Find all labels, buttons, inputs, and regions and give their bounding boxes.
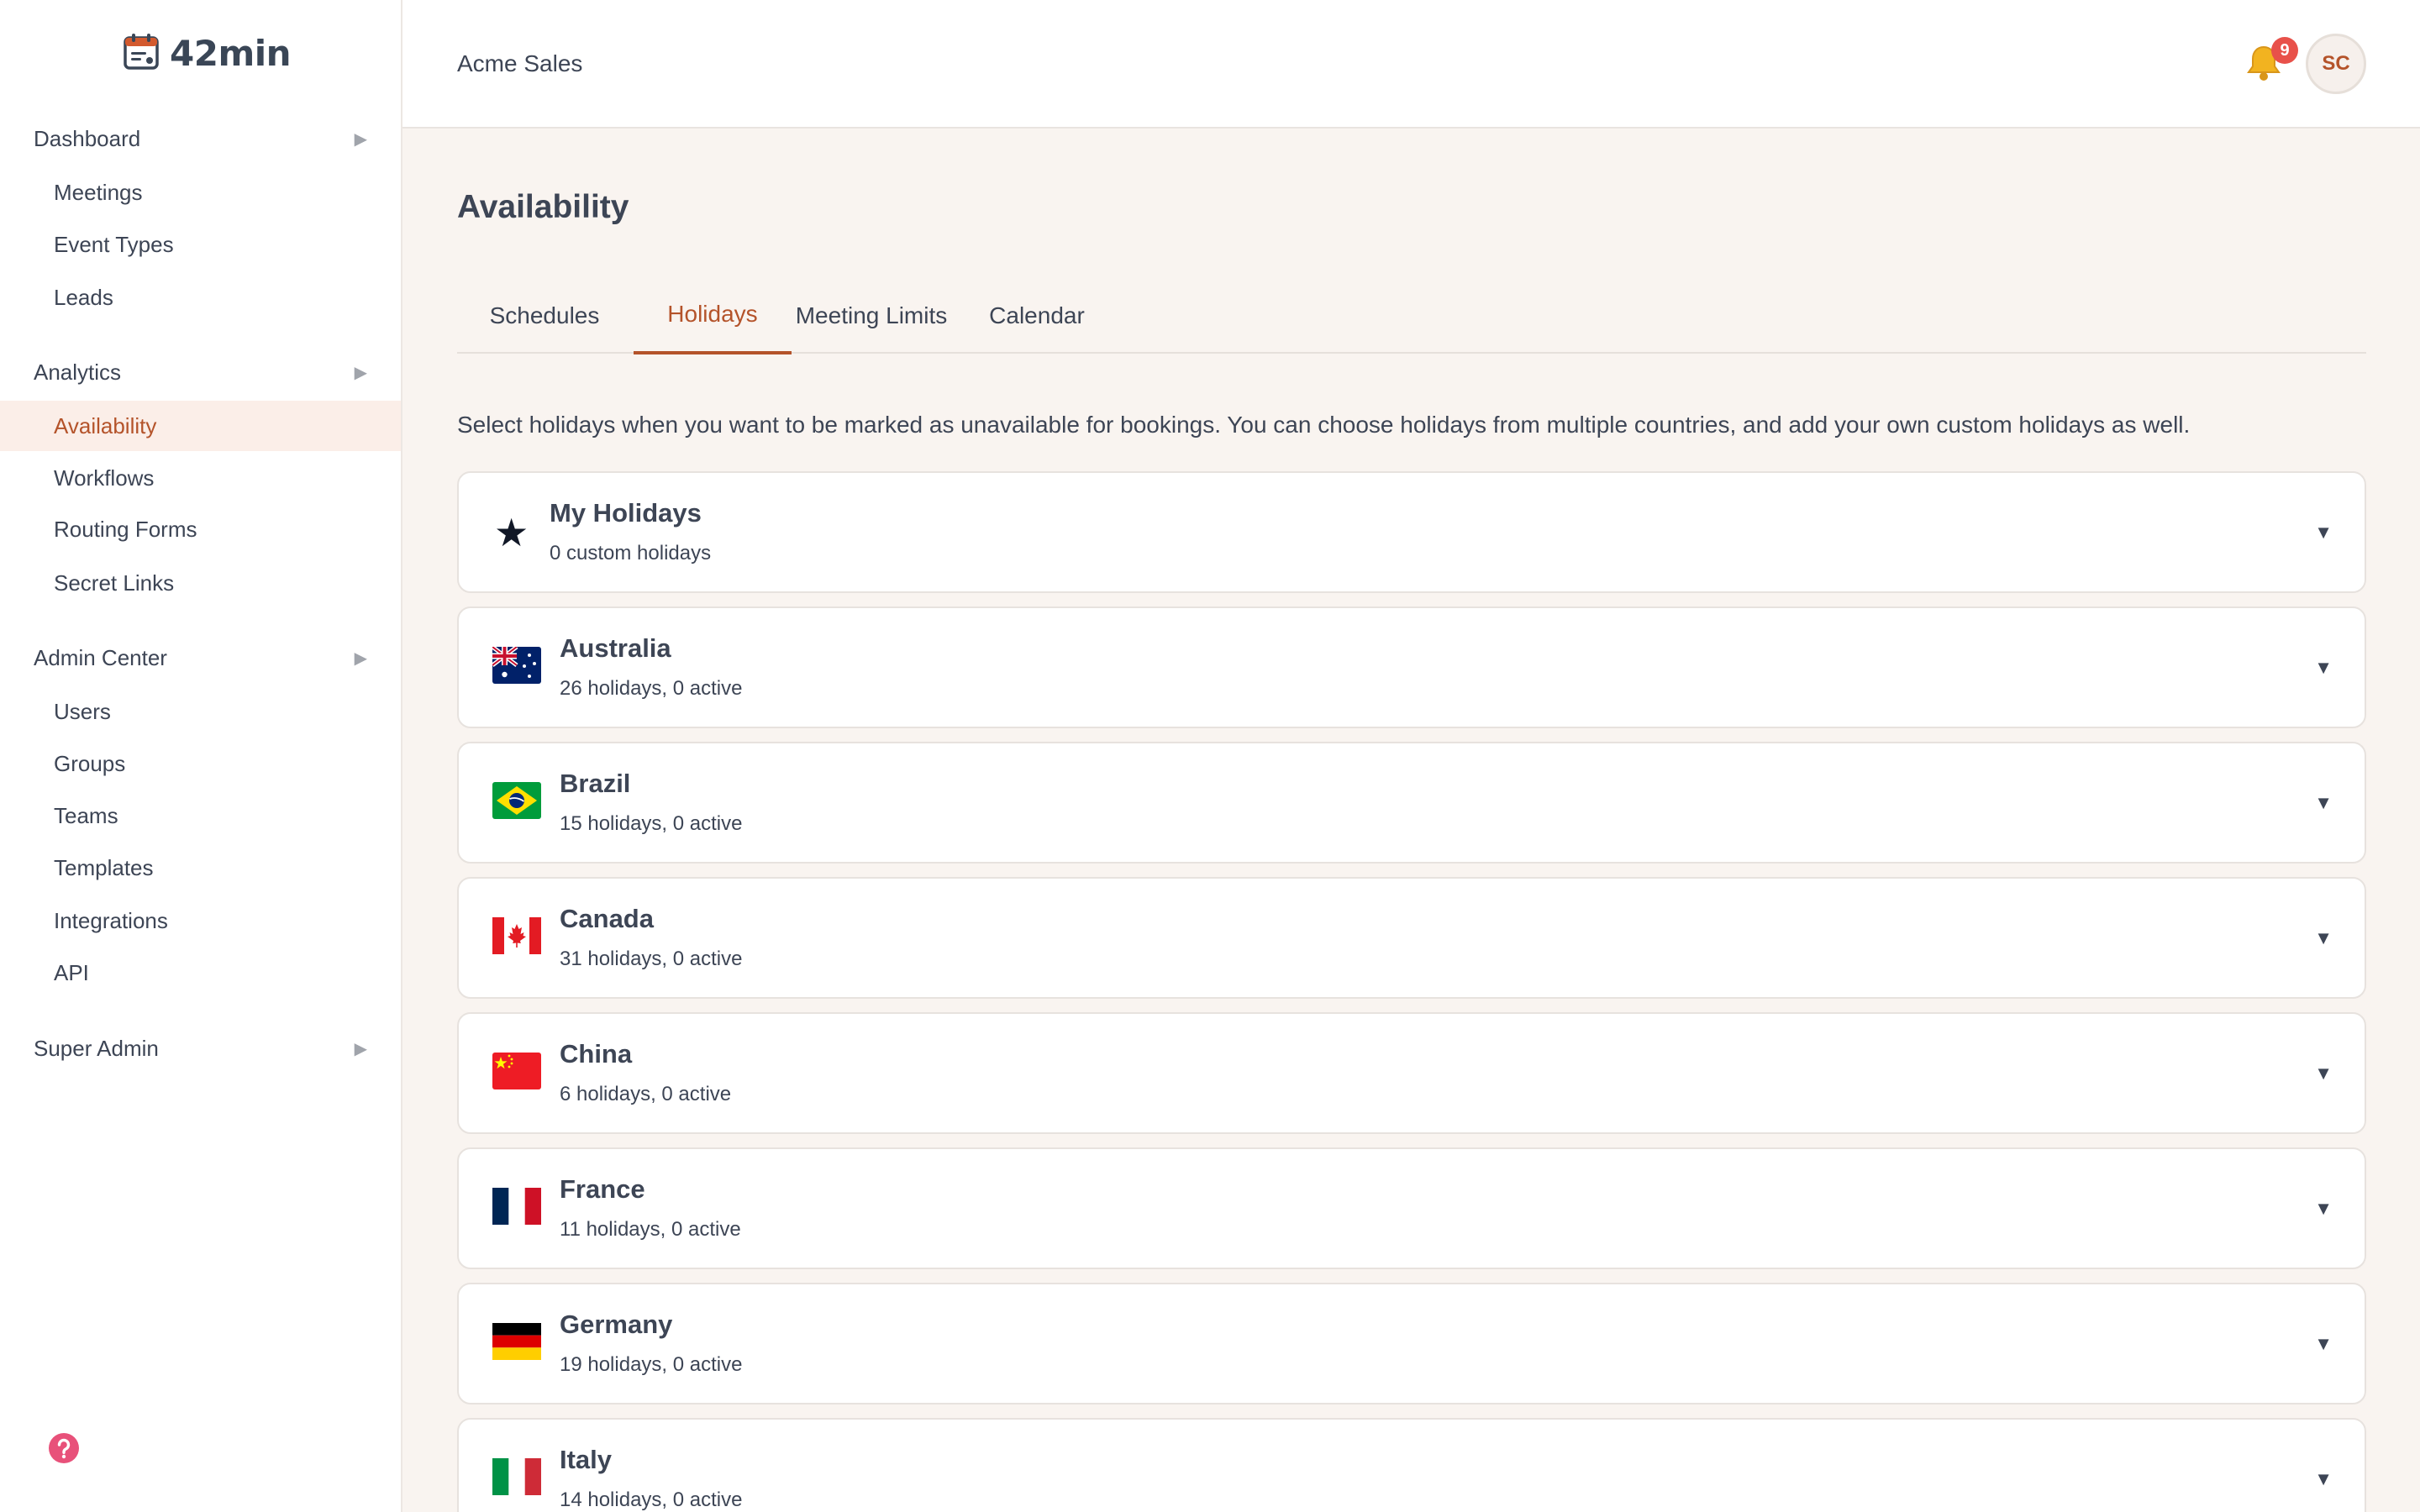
holiday-group-canada[interactable]: Canada 31 holidays, 0 active ▼ — [457, 877, 2366, 999]
chevron-right-icon: ▶ — [354, 364, 367, 382]
chevron-right-icon: ▶ — [354, 649, 367, 668]
organization-name[interactable]: Acme Sales — [457, 50, 582, 77]
sidebar-item-api[interactable]: API — [0, 948, 401, 998]
calendar-logo-icon — [123, 32, 160, 75]
sidebar-item-label: Availability — [54, 412, 157, 438]
flag-germany-icon — [492, 1323, 541, 1364]
tab-holidays[interactable]: Holidays — [634, 277, 792, 354]
help-icon[interactable] — [48, 1432, 80, 1468]
sidebar-item-groups[interactable]: Groups — [0, 738, 401, 789]
star-icon: ★ — [494, 511, 529, 554]
tab-schedules[interactable]: Schedules — [457, 277, 632, 354]
holiday-group-summary: 11 holidays, 0 active — [560, 1218, 741, 1241]
holiday-group-name: Italy — [560, 1445, 613, 1474]
holiday-group-summary: 14 holidays, 0 active — [560, 1488, 743, 1511]
sidebar-item-label: Workflows — [54, 465, 155, 491]
holiday-group-name: Australia — [560, 633, 671, 663]
flag-italy-icon — [492, 1458, 541, 1499]
user-avatar[interactable]: SC — [2306, 34, 2366, 94]
page-title: Availability — [457, 189, 629, 225]
caret-down-icon[interactable]: ▼ — [2314, 792, 2333, 814]
holiday-group-summary: 26 holidays, 0 active — [560, 677, 743, 700]
holiday-group-name: China — [560, 1039, 633, 1068]
sidebar-item-teams[interactable]: Teams — [0, 790, 401, 841]
holidays-description: Select holidays when you want to be mark… — [457, 412, 2191, 438]
sidebar-item-label: Routing Forms — [54, 516, 197, 542]
chevron-right-icon: ▶ — [354, 1040, 367, 1058]
sidebar-item-label: Templates — [54, 854, 154, 880]
app-name: 42min — [170, 33, 292, 74]
caret-down-icon[interactable]: ▼ — [2314, 1063, 2333, 1084]
caret-down-icon[interactable]: ▼ — [2314, 522, 2333, 543]
holiday-group-summary: 19 holidays, 0 active — [560, 1353, 743, 1376]
sidebar-item-label: Integrations — [54, 907, 168, 933]
sidebar-item-label: Groups — [54, 750, 126, 776]
sidebar-section-analytics[interactable]: Analytics ▶ — [34, 360, 367, 386]
caret-down-icon[interactable]: ▼ — [2314, 1198, 2333, 1220]
holiday-group-name: My Holidays — [550, 498, 702, 528]
sidebar-item-templates[interactable]: Templates — [0, 843, 401, 893]
sidebar-item-users[interactable]: Users — [0, 686, 401, 737]
holiday-group-summary: 31 holidays, 0 active — [560, 948, 743, 970]
sidebar-section-label: Dashboard — [34, 126, 141, 151]
holiday-group-brazil[interactable]: Brazil 15 holidays, 0 active ▼ — [457, 742, 2366, 864]
flag-australia-icon — [491, 645, 541, 688]
sidebar-section-label: Admin Center — [34, 645, 167, 670]
sidebar-section-super-admin[interactable]: Super Admin ▶ — [34, 1036, 367, 1062]
holiday-group-name: Canada — [560, 904, 654, 933]
sidebar-item-label: Teams — [54, 802, 118, 828]
sidebar-item-workflows[interactable]: Workflows — [0, 453, 401, 503]
sidebar-item-integrations[interactable]: Integrations — [0, 895, 401, 946]
tab-meeting-limits[interactable]: Meeting Limits — [792, 277, 951, 354]
sidebar-item-availability[interactable]: Availability — [0, 401, 401, 451]
holiday-group-australia[interactable]: Australia 26 holidays, 0 active ▼ — [457, 606, 2366, 728]
sidebar-section-label: Super Admin — [34, 1036, 159, 1061]
sidebar-item-label: Event Types — [54, 231, 174, 257]
sidebar-item-label: Secret Links — [54, 570, 175, 596]
sidebar-item-label: Users — [54, 698, 111, 724]
sidebar-item-routing-forms[interactable]: Routing Forms — [0, 504, 401, 554]
sidebar-item-label: API — [54, 959, 89, 985]
caret-down-icon[interactable]: ▼ — [2314, 657, 2333, 679]
flag-canada-icon — [492, 917, 541, 958]
availability-tabs: Schedules Holidays Meeting Limits Calend… — [457, 277, 2366, 354]
sidebar-section-label: Analytics — [34, 360, 122, 385]
notification-badge: 9 — [2271, 37, 2298, 64]
sidebar-item-secret-links[interactable]: Secret Links — [0, 558, 401, 608]
holiday-group-summary: 6 holidays, 0 active — [560, 1083, 732, 1105]
flag-china-icon — [492, 1053, 541, 1094]
sidebar-item-leads[interactable]: Leads — [0, 272, 401, 323]
holiday-group-france[interactable]: France 11 holidays, 0 active ▼ — [457, 1147, 2366, 1269]
holiday-group-china[interactable]: China 6 holidays, 0 active ▼ — [457, 1012, 2366, 1134]
flag-france-icon — [492, 1188, 541, 1229]
holiday-group-italy[interactable]: Italy 14 holidays, 0 active ▼ — [457, 1418, 2366, 1512]
holiday-group-name: Brazil — [560, 769, 631, 798]
sidebar-section-dashboard[interactable]: Dashboard ▶ — [34, 126, 367, 152]
chevron-right-icon: ▶ — [354, 130, 367, 149]
sidebar-item-event-types[interactable]: Event Types — [0, 219, 401, 270]
sidebar-item-label: Meetings — [54, 179, 143, 205]
sidebar-item-meetings[interactable]: Meetings — [0, 167, 401, 218]
holiday-group-name: France — [560, 1174, 645, 1204]
caret-down-icon[interactable]: ▼ — [2314, 927, 2333, 949]
flag-brazil-icon — [492, 782, 541, 823]
holiday-group-name: Germany — [560, 1310, 673, 1339]
caret-down-icon[interactable]: ▼ — [2314, 1468, 2333, 1490]
sidebar: 42min Dashboard ▶ Meetings Event Types L… — [0, 0, 402, 1512]
top-header: Acme Sales 9 SC — [402, 0, 2420, 129]
tab-calendar[interactable]: Calendar — [953, 277, 1121, 354]
app-logo[interactable]: 42min — [123, 32, 292, 75]
holiday-group-germany[interactable]: Germany 19 holidays, 0 active ▼ — [457, 1283, 2366, 1404]
caret-down-icon[interactable]: ▼ — [2314, 1333, 2333, 1355]
holiday-group-summary: 15 holidays, 0 active — [560, 812, 743, 835]
holiday-group-my-holidays[interactable]: ★ My Holidays 0 custom holidays ▼ — [457, 471, 2366, 593]
holiday-group-summary: 0 custom holidays — [550, 542, 712, 564]
sidebar-section-admin-center[interactable]: Admin Center ▶ — [34, 645, 367, 671]
sidebar-item-label: Leads — [54, 284, 113, 310]
